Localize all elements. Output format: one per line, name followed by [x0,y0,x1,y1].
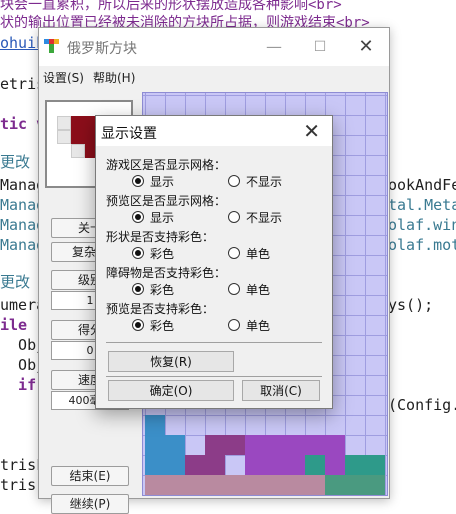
editor-line: ookAndFe [388,176,456,194]
preview-mono-label: 单色 [246,319,271,333]
board-block [165,435,185,475]
editor-line: ys(); [388,296,434,314]
editor-line: (Config. [388,396,456,414]
board-block [145,415,165,475]
window-close-button[interactable]: ✕ [343,34,389,60]
editor-line: tal.Meta [388,196,456,214]
dialog-divider [106,342,322,343]
display-settings-dialog: 显示设置 ✕ 游戏区是否显示网格： 显示 不显示 预览区是否显示网格： 显示 不… [95,115,333,409]
board-block [305,455,325,475]
preview-empty-cell [57,116,71,130]
shape-color-radio[interactable] [132,247,144,259]
grid-preview-hide-radio[interactable] [228,211,240,223]
board-block [185,455,225,475]
menu-help[interactable]: 帮助(H) [93,69,135,86]
board-block [325,455,345,475]
window-title: 俄罗斯方块 [67,41,137,57]
dialog-close-icon[interactable]: ✕ [303,119,320,143]
grid-game-show-label: 显示 [150,175,175,189]
preview-empty-cell [71,144,85,158]
preview-mono-radio[interactable] [228,319,240,331]
board-block [345,455,385,475]
menu-settings[interactable]: 设置(S) [43,69,84,86]
continue-button[interactable]: 继续(P) [51,494,129,514]
preview-color-question: 预览是否支持彩色： [106,302,215,316]
restore-button[interactable]: 恢复(R) [108,351,234,372]
preview-color-label: 彩色 [150,319,175,333]
grid-game-hide-label: 不显示 [246,175,283,189]
editor-line: 更改 [0,273,31,291]
grid-game-question: 游戏区是否显示网格： [106,158,227,172]
shape-color-label: 彩色 [150,247,175,261]
board-block [245,435,345,455]
grid-preview-hide-label: 不显示 [246,211,283,225]
ok-button[interactable]: 确定(O) [108,380,234,401]
grid-preview-question: 预览区是否显示网格： [106,194,227,208]
preview-color-radio[interactable] [132,319,144,331]
board-block [205,435,245,455]
preview-shape-cell [71,130,85,144]
minimize-button[interactable]: — [251,34,297,60]
cancel-button[interactable]: 取消(C) [242,380,320,401]
obstacle-mono-label: 单色 [246,283,271,297]
board-block [245,455,305,475]
maximize-button[interactable]: ☐ [297,34,343,60]
tetris-app-icon [44,39,59,53]
obstacle-color-label: 彩色 [150,283,175,297]
menu-bar: 设置(S) 帮助(H) [39,66,389,88]
grid-game-show-radio[interactable] [132,175,144,187]
dialog-divider [106,376,322,377]
editor-line: olaf.win [388,216,456,234]
shape-color-question: 形状是否支持彩色： [106,230,215,244]
dialog-titlebar[interactable]: 显示设置 ✕ [96,116,332,146]
dialog-title: 显示设置 [101,126,157,142]
grid-preview-show-label: 显示 [150,211,175,225]
board-block [325,475,385,495]
editor-line: olaf.mot [388,236,456,254]
editor-line: 块会一直累积，所以后来的形状摆放造成各种影响<br> [0,0,342,13]
shape-mono-radio[interactable] [228,247,240,259]
grid-game-hide-radio[interactable] [228,175,240,187]
window-titlebar[interactable]: 俄罗斯方块 — ☐ ✕ [39,28,389,66]
editor-line: 更改 [0,153,31,171]
grid-preview-show-radio[interactable] [132,211,144,223]
obstacle-color-radio[interactable] [132,283,144,295]
end-button[interactable]: 结束(E) [51,466,129,486]
preview-shape-cell [71,116,85,130]
shape-mono-label: 单色 [246,247,271,261]
preview-empty-cell [57,130,71,144]
obstacle-mono-radio[interactable] [228,283,240,295]
obstacle-color-question: 障碍物是否支持彩色： [106,266,227,280]
editor-line: if [0,376,37,394]
